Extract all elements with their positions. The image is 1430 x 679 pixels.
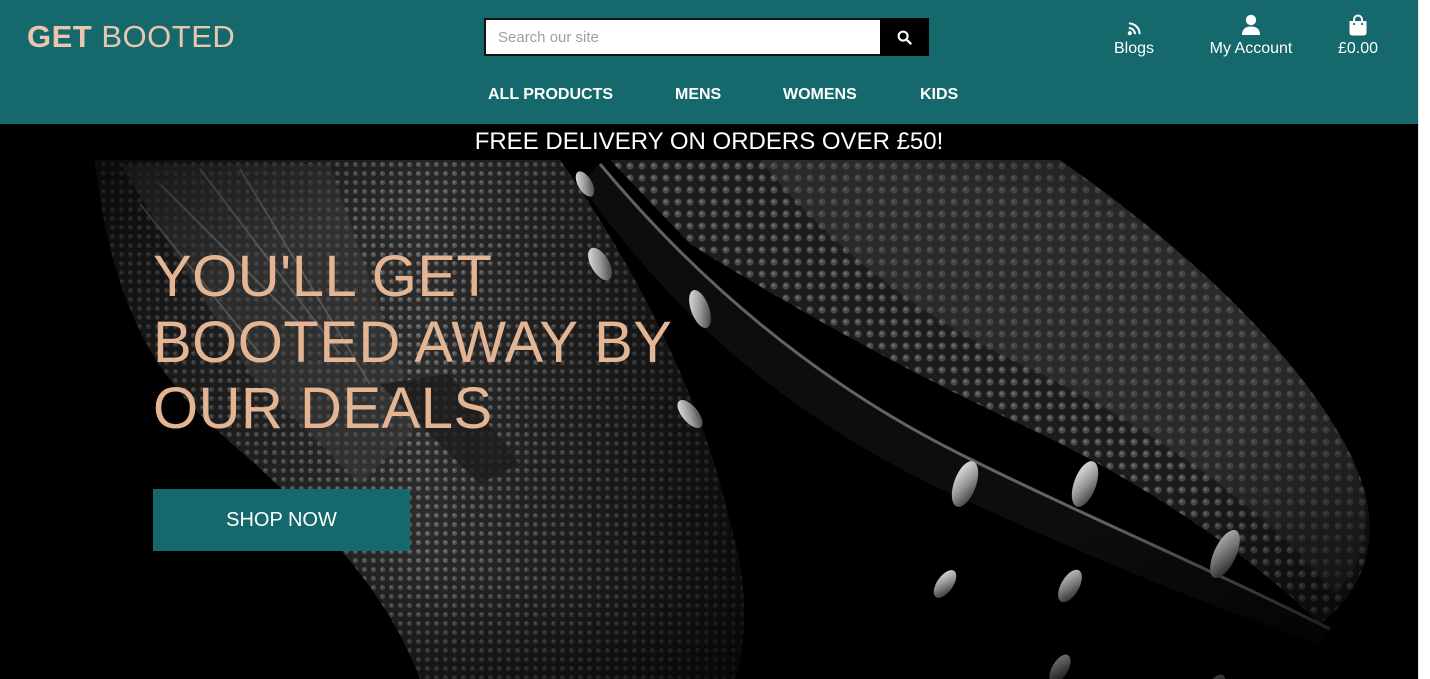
user-icon <box>1242 14 1260 35</box>
nav-womens[interactable]: WOMENS <box>783 86 857 104</box>
rss-icon <box>1127 22 1141 36</box>
my-account-label: My Account <box>1209 40 1293 57</box>
shopping-bag-icon <box>1349 14 1367 36</box>
my-account-link[interactable]: My Account <box>1186 12 1316 58</box>
blogs-label: Blogs <box>1113 40 1155 57</box>
hero-headline-line: YOU'LL GET <box>153 244 493 309</box>
site-header: GET BOOTED Blogs <box>0 0 1418 124</box>
nav-kids[interactable]: KIDS <box>920 86 958 104</box>
hero-section: FREE DELIVERY ON ORDERS OVER £50! YOU'LL… <box>0 124 1418 679</box>
page-scrollbar[interactable] <box>1418 0 1430 679</box>
free-delivery-banner: FREE DELIVERY ON ORDERS OVER £50! <box>474 128 944 155</box>
logo-light-text: BOOTED <box>101 19 236 54</box>
cart-link[interactable]: £0.00 <box>1328 12 1388 58</box>
hero-headline-line: OUR DEALS <box>153 376 493 441</box>
site-logo[interactable]: GET BOOTED <box>27 18 235 56</box>
search-button[interactable] <box>880 18 929 56</box>
search-icon <box>897 30 912 45</box>
search-form <box>484 18 929 56</box>
search-input[interactable] <box>484 18 880 56</box>
header-links: Blogs My Account £0.00 <box>1094 12 1388 58</box>
nav-all-products[interactable]: ALL PRODUCTS <box>488 86 613 104</box>
hero-headline-line: BOOTED AWAY BY <box>153 310 673 375</box>
nav-mens[interactable]: MENS <box>675 86 721 104</box>
page: GET BOOTED Blogs <box>0 0 1418 679</box>
hero-headline: YOU'LL GET BOOTED AWAY BY OUR DEALS <box>153 244 672 442</box>
cart-total-label: £0.00 <box>1337 40 1379 57</box>
main-nav: ALL PRODUCTS MENS WOMENS KIDS <box>0 86 1418 108</box>
logo-bold-text: GET <box>27 19 93 54</box>
shop-now-button[interactable]: SHOP NOW <box>153 489 410 551</box>
blogs-link[interactable]: Blogs <box>1094 12 1174 58</box>
